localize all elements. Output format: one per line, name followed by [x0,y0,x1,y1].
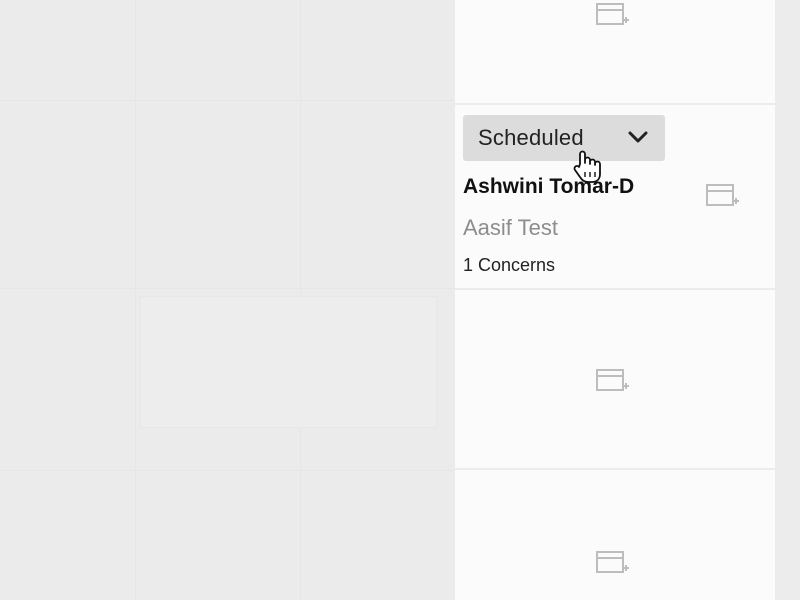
time-slot[interactable] [455,0,775,105]
time-slot[interactable] [455,290,775,470]
status-label: Scheduled [478,125,584,150]
calendar-add-icon[interactable] [595,0,629,28]
column-scroll-edge [775,0,800,600]
appointment-subtitle: Aasif Test [463,215,558,240]
calendar-background-grid [0,0,455,600]
calendar-add-icon[interactable] [595,366,629,394]
grid-line [0,288,455,289]
provider-schedule-column: Scheduled Ashwini Tomar-D Aasif Test 1 C… [455,0,775,600]
calendar-add-icon[interactable] [705,181,739,209]
time-slot-booked[interactable]: Scheduled Ashwini Tomar-D Aasif Test 1 C… [455,105,775,290]
schedule-view: Scheduled Ashwini Tomar-D Aasif Test 1 C… [0,0,800,600]
calendar-add-icon[interactable] [595,548,629,576]
background-panel [140,296,437,428]
patient-name[interactable]: Ashwini Tomar-D [463,175,668,199]
concerns-count: 1 Concerns [463,255,556,275]
chevron-down-icon [627,129,649,145]
grid-line [135,0,136,600]
appointment-status-dropdown[interactable]: Scheduled [463,115,665,161]
time-slot[interactable] [455,470,775,600]
grid-line [0,470,455,471]
grid-line [0,100,455,101]
